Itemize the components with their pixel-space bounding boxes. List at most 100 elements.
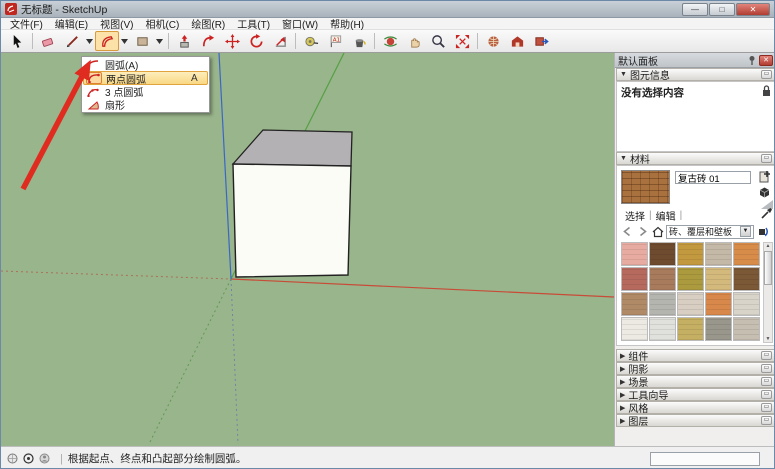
scroll-down-icon[interactable]: ▼ (764, 336, 772, 342)
material-preview[interactable] (621, 170, 670, 204)
move-tool-button[interactable] (220, 31, 244, 51)
minimize-button[interactable]: — (682, 3, 708, 16)
material-swatch[interactable] (649, 317, 676, 341)
tab-select[interactable]: 选择 (621, 208, 649, 223)
rotate-tool-button[interactable] (244, 31, 268, 51)
geolocation-icon[interactable] (7, 453, 18, 464)
material-swatch[interactable] (677, 267, 704, 291)
in-model-icon[interactable] (756, 225, 769, 238)
scroll-up-icon[interactable]: ▲ (764, 243, 772, 249)
entity-info-header[interactable]: ▼ 图元信息 ▭ (616, 68, 775, 81)
select-tool-button[interactable] (5, 31, 29, 51)
material-swatch[interactable] (649, 267, 676, 291)
get-models-button[interactable] (505, 31, 529, 51)
section-detach-button[interactable]: ▭ (761, 154, 772, 163)
tab-edit[interactable]: 编辑 (652, 208, 680, 223)
eyedropper-icon[interactable] (760, 207, 773, 220)
pushpull-tool-button[interactable] (172, 31, 196, 51)
add-location-button[interactable] (481, 31, 505, 51)
tape-tool-button[interactable] (299, 31, 323, 51)
material-swatch[interactable] (705, 317, 732, 341)
material-category-select[interactable]: 砖、覆层和壁板 ▼ (666, 225, 754, 239)
material-swatch[interactable] (621, 317, 648, 341)
materials-header[interactable]: ▼ 材料 ▭ (616, 152, 775, 165)
material-swatch[interactable] (705, 267, 732, 291)
menu-camera[interactable]: 相机(C) (139, 16, 185, 31)
section-detach-button[interactable]: ▭ (761, 377, 772, 386)
shapes-tool-button[interactable] (130, 31, 154, 51)
section-detach-button[interactable]: ▭ (761, 403, 772, 412)
section-detach-button[interactable]: ▭ (761, 364, 772, 373)
menu-draw[interactable]: 绘图(R) (185, 16, 231, 31)
sketchup-logo-icon (5, 3, 17, 15)
arc-tool-button[interactable] (95, 31, 119, 51)
menu-item-two-point-arc[interactable]: 两点圆弧 A (83, 71, 208, 85)
shapes-tool-dropdown[interactable] (154, 31, 165, 51)
zoom-extents-button[interactable] (450, 31, 474, 51)
menu-file[interactable]: 文件(F) (4, 16, 49, 31)
material-swatch[interactable] (733, 267, 760, 291)
pin-icon[interactable] (747, 55, 757, 65)
material-swatch[interactable] (705, 242, 732, 266)
section-detach-button[interactable]: ▭ (761, 390, 772, 399)
materials-scrollbar[interactable]: ▲ ▼ (763, 242, 773, 343)
menu-edit[interactable]: 编辑(E) (49, 16, 94, 31)
material-swatch[interactable] (733, 317, 760, 341)
material-swatch[interactable] (705, 292, 732, 316)
material-swatch[interactable] (733, 242, 760, 266)
section-detach-button[interactable]: ▭ (761, 351, 772, 360)
orbit-tool-button[interactable] (378, 31, 402, 51)
pie-icon (85, 99, 101, 111)
maximize-button[interactable]: □ (709, 3, 735, 16)
close-button[interactable]: ✕ (736, 3, 770, 16)
chevron-down-icon (121, 39, 128, 44)
material-swatch[interactable] (621, 292, 648, 316)
menu-view[interactable]: 视图(V) (94, 16, 139, 31)
menu-item-arc[interactable]: 圆弧(A) (83, 58, 208, 71)
material-swatch[interactable] (677, 317, 704, 341)
share-model-button[interactable] (529, 31, 553, 51)
line-tool-dropdown[interactable] (84, 31, 95, 51)
paint-tool-button[interactable] (347, 31, 371, 51)
section-detach-button[interactable]: ▭ (761, 70, 772, 79)
menu-tools[interactable]: 工具(T) (231, 16, 276, 31)
material-swatch[interactable] (649, 292, 676, 316)
menu-item-pie[interactable]: 扇形 (83, 98, 208, 111)
material-swatch[interactable] (677, 292, 704, 316)
default-panel: 默认面板 ✕ ▼ 图元信息 ▭ 没有选择内容 ▼ 材料 ▭ 选择 (614, 53, 775, 446)
material-swatch[interactable] (733, 292, 760, 316)
scrollbar-thumb[interactable] (764, 251, 772, 285)
arc-tool-dropdown[interactable] (119, 31, 130, 51)
section-layers[interactable]: ▶ 图层 ▭ (616, 414, 775, 427)
panel-title-bar[interactable]: 默认面板 ✕ (615, 53, 775, 68)
panel-title: 默认面板 (618, 53, 747, 68)
material-name-input[interactable] (675, 171, 751, 184)
arc-flyout-menu: 圆弧(A) 两点圆弧 A 3 点圆弧 扇形 (81, 56, 210, 113)
measurement-input[interactable] (650, 452, 760, 466)
home-icon[interactable] (651, 225, 664, 238)
back-icon[interactable] (621, 225, 634, 238)
offset-tool-button[interactable] (268, 31, 292, 51)
lock-icon[interactable] (762, 85, 771, 97)
material-swatch[interactable] (677, 242, 704, 266)
material-swatch[interactable] (649, 242, 676, 266)
eraser-tool-button[interactable] (36, 31, 60, 51)
sample-material-icon[interactable] (758, 186, 771, 199)
pan-tool-button[interactable] (402, 31, 426, 51)
forward-icon[interactable] (636, 225, 649, 238)
zoom-tool-button[interactable] (426, 31, 450, 51)
text-tool-button[interactable]: A1 (323, 31, 347, 51)
pencil-icon (65, 34, 80, 49)
section-detach-button[interactable]: ▭ (761, 416, 772, 425)
create-material-icon[interactable] (759, 170, 771, 183)
panel-close-button[interactable]: ✕ (759, 55, 773, 66)
followme-tool-button[interactable] (196, 31, 220, 51)
sign-in-icon[interactable] (39, 453, 50, 464)
line-tool-button[interactable] (60, 31, 84, 51)
material-swatch[interactable] (621, 267, 648, 291)
menu-help[interactable]: 帮助(H) (324, 16, 370, 31)
collapse-arrow-icon: ▼ (620, 155, 627, 162)
menu-window[interactable]: 窗口(W) (276, 16, 324, 31)
credits-icon[interactable] (23, 453, 34, 464)
material-swatch[interactable] (621, 242, 648, 266)
